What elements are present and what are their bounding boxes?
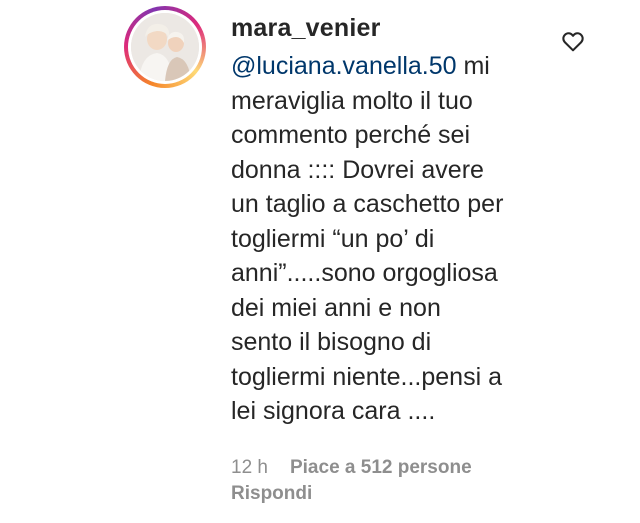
comment-username[interactable]: mara_venier [231,14,381,43]
avatar[interactable] [131,13,199,81]
avatar-story-ring[interactable] [124,6,206,88]
comment: mara_venier @luciana.vanella.50 mi merav… [0,0,640,523]
comment-body: mi meraviglia molto il tuo commento perc… [231,52,504,425]
reply-button[interactable]: Rispondi [231,481,312,507]
likes-count[interactable]: Piace a 512 persone [290,457,472,478]
mention-link[interactable]: @luciana.vanella.50 [231,52,457,80]
avatar-photo [131,13,199,81]
comment-meta: 12 h Piace a 512 persone [231,455,472,481]
comment-text: @luciana.vanella.50 mi meraviglia molto … [231,49,551,429]
heart-outline-icon[interactable] [560,28,586,54]
timestamp[interactable]: 12 h [231,457,268,478]
